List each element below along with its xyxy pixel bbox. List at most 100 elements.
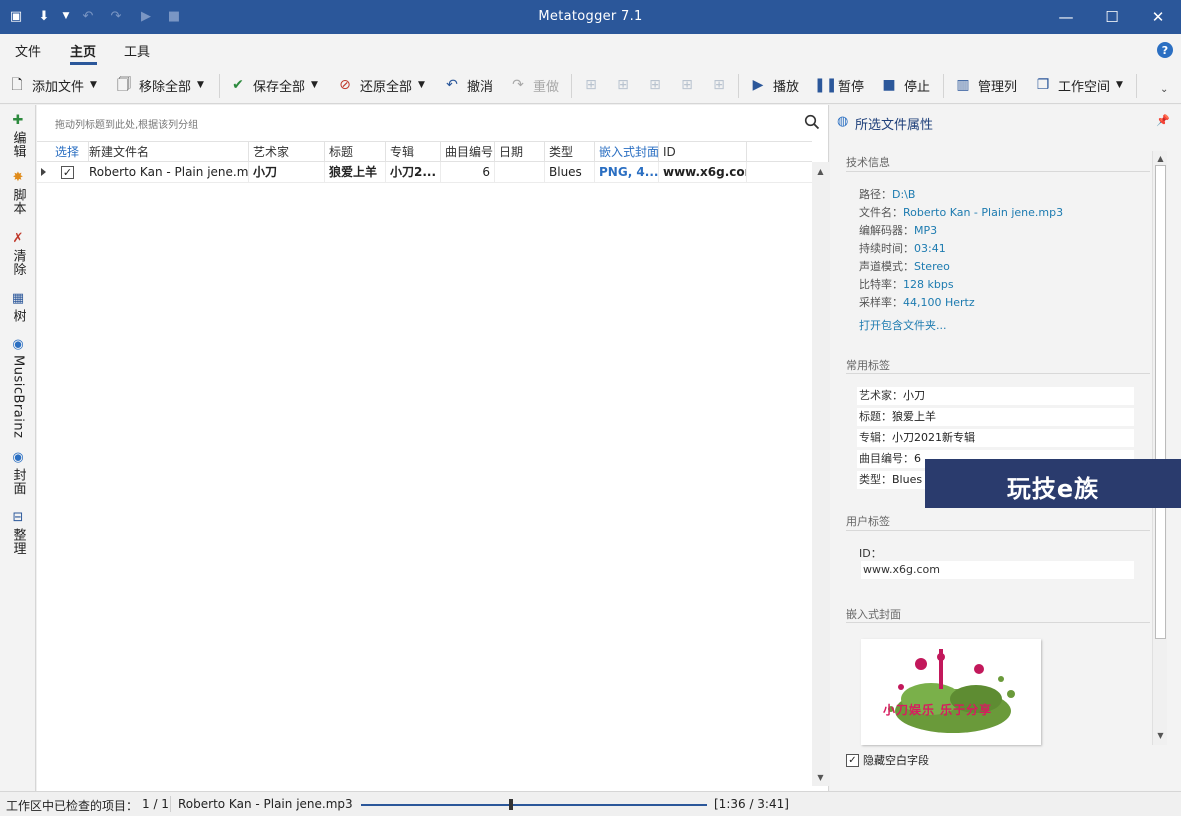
pin-icon[interactable]: 📌 [1156,114,1170,127]
hide-empty-fields-toggle[interactable]: ✓ 隐藏空白字段 [846,752,929,768]
sidebar-item-tree[interactable]: ▦ 树 [8,291,28,323]
redo-button[interactable]: ↷ 重做 [509,75,559,95]
help-icon[interactable]: ? [1157,42,1173,58]
layout-grid-icon-2[interactable]: ⊞ [615,77,631,93]
ribbon-collapse-icon[interactable]: ⌄ [1160,84,1168,95]
tech-samplerate: 采样率：44,100 Hertz [859,296,975,309]
tech-path: 路径：D:\B [859,188,916,201]
tab-home[interactable]: 主页 [70,41,96,60]
undo-button[interactable]: ↶ 撤消 [443,75,493,95]
column-header-title[interactable]: 标题 [325,142,386,162]
edit-tag-icon: ✚ [12,113,24,128]
layout-grid-icon-3[interactable]: ⊞ [647,77,663,93]
restore-icon: ⊘ [339,77,351,93]
close-button[interactable]: ✕ [1135,0,1181,34]
tab-file[interactable]: 文件 [15,41,41,60]
panel-scrollbar[interactable]: ▲ ▼ [1152,151,1167,745]
group-by-hint[interactable]: 拖动列标题到此处,根据该列分组 [55,116,198,131]
scroll-up-icon[interactable]: ▲ [816,167,825,176]
scroll-down-icon[interactable]: ▼ [1156,731,1165,740]
layout-grid-icon-4[interactable]: ⊞ [679,77,695,93]
play-button[interactable]: ▶ 播放 [749,75,799,95]
status-divider [170,796,171,812]
remove-all-button[interactable]: 🗍 移除全部 ▼ [115,75,204,95]
cell-artist[interactable]: 小刀 [249,162,325,183]
hide-empty-checkbox[interactable]: ✓ [846,753,859,767]
section-divider [846,622,1150,623]
column-header-id[interactable]: ID [659,142,747,162]
sidebar-item-edit[interactable]: ✚ 编辑 [8,113,28,158]
sidebar-item-cover[interactable]: ◉ 封面 [8,450,28,495]
scrollbar-thumb[interactable] [1155,165,1166,639]
column-header-filename[interactable]: 新建文件名 [85,142,249,162]
tag-title[interactable]: 标题：狼爱上羊 [857,408,1134,426]
cover-icon: ◉ [12,450,24,465]
manage-columns-button[interactable]: ▥ 管理列 [954,75,1017,95]
file-grid-panel [37,105,829,791]
cell-date[interactable] [495,162,545,183]
sidebar-item-script[interactable]: ✸ 脚本 [8,170,28,215]
column-header-select[interactable]: 选择 [51,142,89,162]
section-divider [846,530,1150,531]
tag-artist[interactable]: 艺术家：小刀 [857,387,1134,405]
open-folder-link[interactable]: 打开包含文件夹... [859,317,947,333]
scroll-up-icon[interactable]: ▲ [1156,154,1165,163]
scroll-down-icon[interactable]: ▼ [816,773,825,782]
sidebar-item-musicbrainz[interactable]: ◉ MusicBrainz [8,337,28,438]
tab-tools[interactable]: 工具 [124,41,150,60]
cell-embedded-cover[interactable]: PNG, 4... [595,162,659,183]
common-tags-heading: 常用标签 [846,359,890,372]
dropdown-arrow-icon: ▼ [311,80,318,90]
layout-grid-icon-5[interactable]: ⊞ [711,77,727,93]
grid-scrollbar[interactable]: ▲ ▼ [812,162,829,786]
restore-all-button[interactable]: ⊘ 还原全部 ▼ [336,75,425,95]
tech-duration: 持续时间：03:41 [859,242,946,255]
cell-filename[interactable]: Roberto Kan - Plain jene.mp3 [85,162,249,183]
minimize-button[interactable]: — [1043,0,1089,34]
dropdown-arrow-icon: ▼ [197,80,204,90]
workspace-icon: ❐ [1036,77,1050,93]
clean-icon: ✗ [12,231,24,246]
play-icon: ▶ [752,77,764,93]
user-id-field[interactable]: www.x6g.com [861,561,1134,579]
dropdown-arrow-icon: ▼ [90,80,97,90]
workspace-button[interactable]: ❐ 工作空间 ▼ [1034,75,1123,95]
table-row[interactable]: Roberto Kan - Plain jene.mp3 小刀 狼爱上羊 小刀2… [37,162,812,183]
column-header-genre[interactable]: 类型 [545,142,595,162]
add-file-icon: 🗋 [11,77,23,93]
pause-button[interactable]: ❚❚ 暂停 [814,75,864,95]
stop-button[interactable]: ■ 停止 [880,75,930,95]
cell-track[interactable]: 6 [441,162,495,183]
tree-icon: ▦ [11,291,25,306]
ribbon-tabs: 文件 主页 工具 [0,34,1181,66]
watermark: 玩技e族 [925,459,1181,508]
cell-genre[interactable]: Blues [545,162,595,183]
stop-icon: ■ [882,77,896,93]
add-file-button[interactable]: 🗋 添加文件 ▼ [8,75,97,95]
cell-album[interactable]: 小刀2... [386,162,441,183]
column-header-date[interactable]: 日期 [495,142,545,162]
embedded-cover-image[interactable]: 小刀娱乐 乐于分享 [861,639,1041,745]
sidebar-item-organize[interactable]: ⊟ 整理 [8,510,28,555]
embedded-cover-heading: 嵌入式封面 [846,608,901,621]
tag-album[interactable]: 专辑：小刀2021新专辑 [857,429,1134,447]
tech-info-heading: 技术信息 [846,156,890,169]
dropdown-arrow-icon: ▼ [1116,80,1123,90]
playback-progress[interactable] [361,804,707,806]
maximize-button[interactable]: ☐ [1089,0,1135,34]
row-select-checkbox[interactable]: ✓ [61,166,74,179]
column-header-artist[interactable]: 艺术家 [249,142,325,162]
save-all-button[interactable]: ✔ 保存全部 ▼ [229,75,318,95]
tech-filename: 文件名：Roberto Kan - Plain jene.mp3 [859,206,1064,219]
playback-progress-handle[interactable] [509,799,514,810]
column-header-album[interactable]: 专辑 [386,142,441,162]
cell-title[interactable]: 狼爱上羊 [325,162,386,183]
checked-items-count: 1 / 1 [142,797,169,811]
column-header-embedded-cover[interactable]: 嵌入式封面 [595,142,659,162]
sidebar-item-clean[interactable]: ✗ 清除 [8,231,28,276]
column-header-track[interactable]: 曲目编号 [441,142,495,162]
search-icon[interactable] [804,114,820,130]
layout-grid-icon-1[interactable]: ⊞ [583,77,599,93]
toolbar-divider [943,74,944,98]
cell-id[interactable]: www.x6g.com [659,162,747,183]
